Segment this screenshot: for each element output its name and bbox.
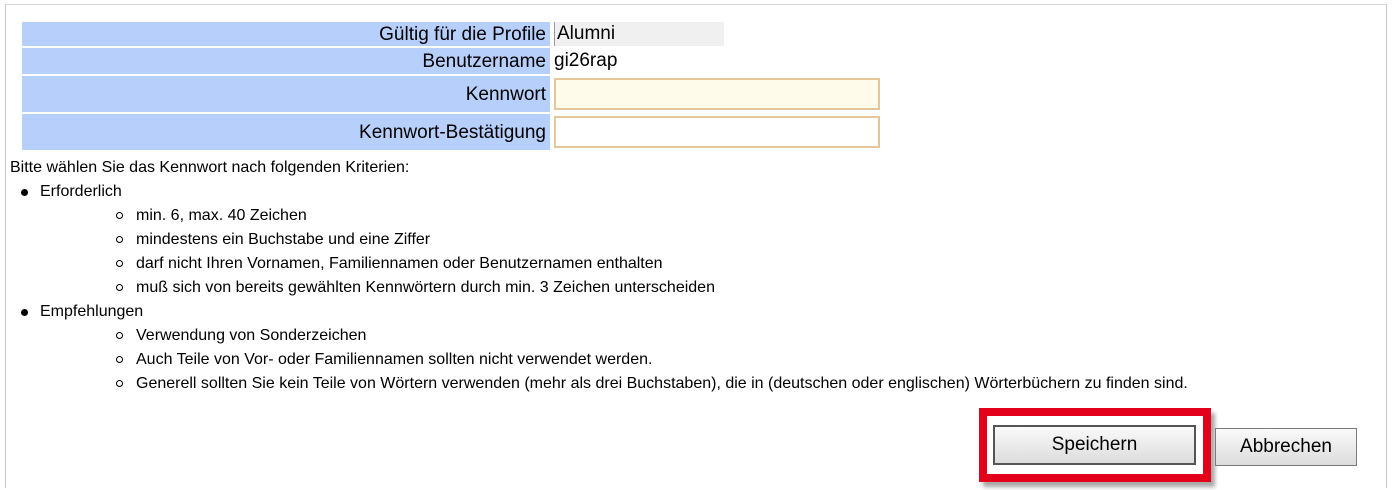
password-confirm-input[interactable] <box>554 116 880 148</box>
recommendations-heading: Empfehlungen <box>10 300 1188 324</box>
username-label: Benutzername <box>22 48 550 74</box>
criteria-list: Erforderlich min. 6, max. 40 Zeichen min… <box>10 180 1188 396</box>
criteria-intro: Bitte wählen Sie das Kennwort nach folge… <box>10 159 410 176</box>
username-value: gi26rap <box>554 50 618 71</box>
password-criteria: Bitte wählen Sie das Kennwort nach folge… <box>10 156 1188 396</box>
profile-label: Gültig für die Profile <box>22 22 550 46</box>
recommendation-item: Verwendung von Sonderzeichen <box>10 324 1188 348</box>
required-item: mindestens ein Buchstabe und eine Ziffer <box>10 228 1188 252</box>
password-label: Kennwort <box>22 76 550 112</box>
profile-value: Alumni <box>554 22 724 46</box>
password-confirm-label: Kennwort-Bestätigung <box>22 114 550 150</box>
required-item: darf nicht Ihren Vornamen, Familiennamen… <box>10 252 1188 276</box>
recommendation-item: Auch Teile von Vor- oder Familiennamen s… <box>10 348 1188 372</box>
save-button[interactable]: Speichern <box>993 425 1196 465</box>
cancel-button[interactable]: Abbrechen <box>1215 428 1357 466</box>
password-input[interactable] <box>554 78 880 110</box>
required-heading: Erforderlich <box>10 180 1188 204</box>
required-item: muß sich von bereits gewählten Kennwörte… <box>10 276 1188 300</box>
required-item: min. 6, max. 40 Zeichen <box>10 204 1188 228</box>
recommendation-item: Generell sollten Sie kein Teile von Wört… <box>10 372 1188 396</box>
